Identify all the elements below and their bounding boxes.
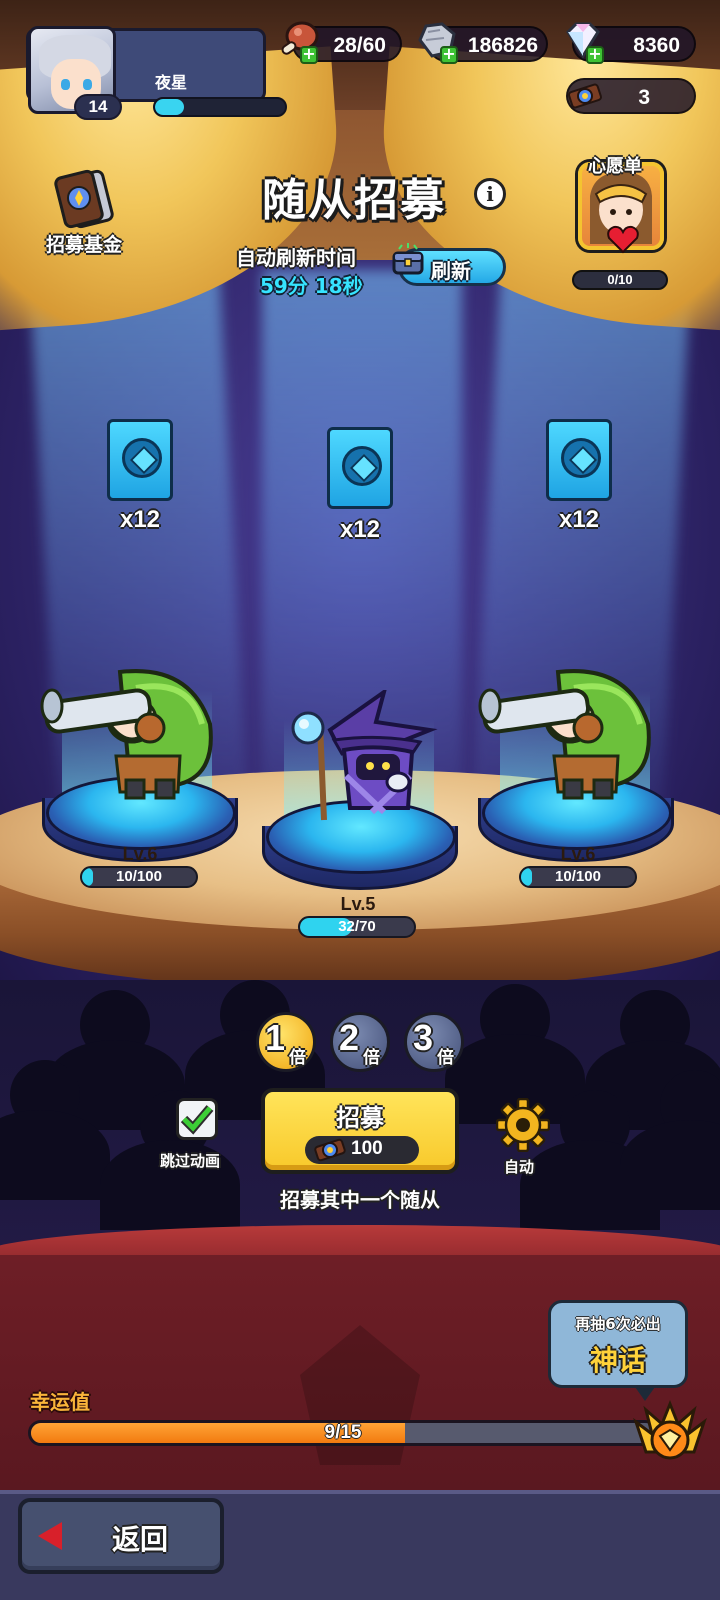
- recruit-card-slot-2[interactable]: [327, 427, 393, 509]
- wishlist-heart-icon: [607, 225, 639, 254]
- recruit-token-value: 3: [638, 86, 650, 109]
- page-title: 随从招募: [262, 175, 446, 226]
- diamond-add-button[interactable]: +: [586, 46, 604, 64]
- hero-level: Lv.6: [122, 844, 158, 864]
- card-count: x12: [558, 506, 600, 533]
- stamina-value: 28/60: [333, 34, 386, 57]
- treasure-chest-icon: [392, 243, 424, 275]
- hero-fragment-bar: 10/100: [80, 866, 198, 888]
- recruit-cost-pill: 100: [305, 1136, 419, 1164]
- card-count: x12: [339, 516, 381, 543]
- refresh-button[interactable]: 刷新: [392, 243, 506, 286]
- recruit-card-slot-1[interactable]: [107, 419, 173, 501]
- hero-wizard[interactable]: [280, 690, 450, 830]
- skip-animation-checkbox[interactable]: [176, 1098, 218, 1140]
- multiplier-2x-button[interactable]: 2 倍: [330, 1012, 390, 1072]
- mythic-guarantee-bubble: 再抽6次必出 神话: [548, 1300, 688, 1401]
- hero-level: Lv.6: [560, 844, 596, 864]
- multiplier-unit: 倍: [363, 1048, 380, 1068]
- mythic-label: 神话: [589, 1344, 646, 1377]
- recruit-cost-value: 100: [351, 1138, 383, 1159]
- luck-progress-bar: 9/15: [28, 1420, 658, 1446]
- diamond-value: 8360: [633, 34, 680, 57]
- card-emblem-icon: [122, 438, 162, 478]
- luck-label: 幸运值: [30, 1390, 90, 1414]
- multiplier-number: 2: [339, 1017, 360, 1058]
- info-button[interactable]: i: [474, 178, 506, 210]
- skip-animation-label: 跳过动画: [160, 1152, 221, 1170]
- back-arrow-icon: [38, 1522, 62, 1550]
- recruit-card-slot-3[interactable]: [546, 419, 612, 501]
- checkmark-icon: [180, 1105, 214, 1135]
- back-button[interactable]: 返回: [18, 1498, 224, 1574]
- multiplier-number: 1: [265, 1017, 286, 1058]
- player-exp-fill: [155, 99, 184, 115]
- multiplier-1x-button[interactable]: 1 倍: [256, 1012, 316, 1072]
- refresh-countdown: 59分 18秒: [260, 274, 363, 298]
- avatar-eye: [83, 79, 92, 90]
- recruit-fund-label[interactable]: 招募基金: [34, 230, 134, 257]
- refresh-button-label: 刷新: [431, 259, 471, 283]
- wishlist-title: 心愿单: [588, 156, 642, 177]
- player-level-badge: 14: [74, 94, 122, 120]
- refresh-timer-title: 自动刷新时间: [236, 246, 356, 270]
- stamina-add-button[interactable]: +: [300, 46, 318, 64]
- multiplier-number: 3: [413, 1017, 434, 1058]
- multiplier-3x-button[interactable]: 3 倍: [404, 1012, 464, 1072]
- auto-recruit-label[interactable]: 自动: [504, 1156, 534, 1177]
- stone-value: 186826: [467, 34, 538, 57]
- recruit-fund-icon[interactable]: [52, 168, 114, 230]
- faint-crest-decoration: [300, 1325, 420, 1465]
- recruit-hint: 招募其中一个随从: [280, 1188, 440, 1212]
- hero-fragment-bar: 10/100: [519, 866, 637, 888]
- card-emblem-icon: [561, 438, 601, 478]
- recruit-token-icon: [568, 83, 602, 109]
- wishlist-progress: 0/10: [572, 270, 668, 290]
- multiplier-unit: 倍: [289, 1048, 306, 1068]
- gear-icon[interactable]: [496, 1098, 550, 1152]
- back-button-label: 返回: [112, 1523, 169, 1556]
- luck-progress-text: 9/15: [324, 1422, 362, 1443]
- mythic-crest-icon[interactable]: [632, 1400, 708, 1468]
- player-name: 夜星: [155, 73, 188, 92]
- card-count: x12: [119, 506, 161, 533]
- hero-fragment-text: 10/100: [116, 868, 162, 885]
- mythic-guarantee-text: 再抽6次必出: [575, 1315, 661, 1333]
- hero-bazooka-gunner[interactable]: [478, 664, 668, 804]
- avatar-eye: [61, 79, 70, 90]
- hero-fragment-text: 32/70: [338, 918, 376, 935]
- player-exp-bar: [153, 97, 287, 117]
- recruit-token-icon: [314, 1138, 346, 1162]
- recruit-screen: 夜星 14 28/60 + 186826 + 8360 + 3 招募基金 随从招…: [0, 0, 720, 1600]
- hero-fragment-text: 10/100: [555, 868, 601, 885]
- recruit-button-label: 招募: [336, 1104, 384, 1132]
- hero-bazooka-gunner[interactable]: [40, 664, 230, 804]
- card-emblem-icon: [342, 446, 382, 486]
- recruit-button[interactable]: 招募 100: [261, 1088, 459, 1174]
- stone-add-button[interactable]: +: [440, 46, 458, 64]
- hero-fragment-bar: 32/70: [298, 916, 416, 938]
- multiplier-unit: 倍: [437, 1048, 454, 1068]
- hero-level: Lv.5: [340, 894, 376, 914]
